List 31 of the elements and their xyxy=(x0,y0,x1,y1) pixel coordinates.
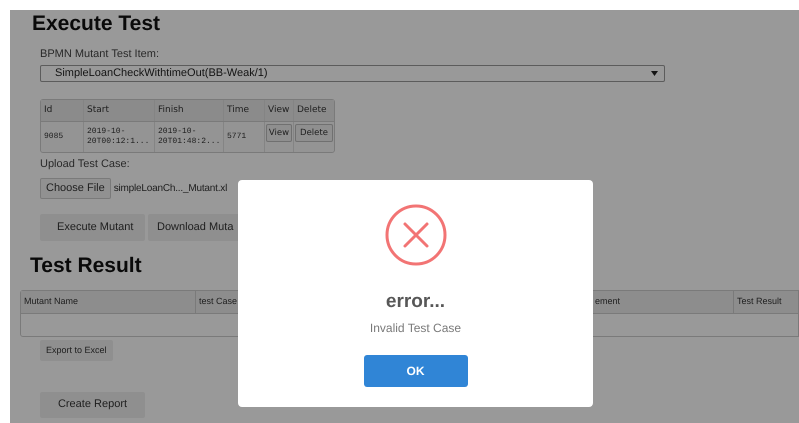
dialog-title: error... xyxy=(386,291,446,313)
delete-button[interactable]: Delete xyxy=(295,124,333,142)
dialog-message: Invalid Test Case xyxy=(370,321,462,336)
column-header: test Case xyxy=(199,295,238,308)
table-cell-text: 2019-10-20T00:12:1... xyxy=(87,127,150,147)
execute-button[interactable]: Execute Mutant xyxy=(40,214,145,241)
column-header: View xyxy=(268,104,290,117)
column-header: Test Result xyxy=(737,295,782,308)
create-report-button[interactable]: Create Report xyxy=(40,392,145,418)
column-header: ement xyxy=(595,295,620,308)
file-name: simpleLoanCh..._Mutant.xl xyxy=(114,182,228,196)
table-cell: 2019-10-20T01:48:2... xyxy=(158,127,220,147)
field-label: BPMN Mutant Test Item: xyxy=(40,47,160,61)
section-title: Test Result xyxy=(30,253,142,279)
page-title: Execute Test xyxy=(32,11,160,37)
table-cell: 9085 xyxy=(44,132,64,142)
column-header: Id xyxy=(44,104,52,117)
column-header: Time xyxy=(227,104,250,117)
view-button[interactable]: View xyxy=(266,124,292,142)
error-icon xyxy=(384,204,446,266)
caret-icon xyxy=(651,71,658,76)
field-label: Upload Test Case: xyxy=(40,157,130,171)
column-header: Delete xyxy=(297,104,327,117)
export-button[interactable]: Export to Excel xyxy=(40,340,113,362)
table-cell: 5771 xyxy=(227,132,246,142)
column-header: Mutant Name xyxy=(24,295,78,308)
ok-button[interactable]: OK xyxy=(364,355,468,387)
choose-file-button[interactable]: Choose File xyxy=(40,178,111,199)
mutant-select[interactable]: SimpleLoanCheckWithtimeOut(BB-Weak/1) xyxy=(40,65,665,82)
column-header: Start xyxy=(87,104,109,117)
column-header: Finish xyxy=(158,104,184,117)
